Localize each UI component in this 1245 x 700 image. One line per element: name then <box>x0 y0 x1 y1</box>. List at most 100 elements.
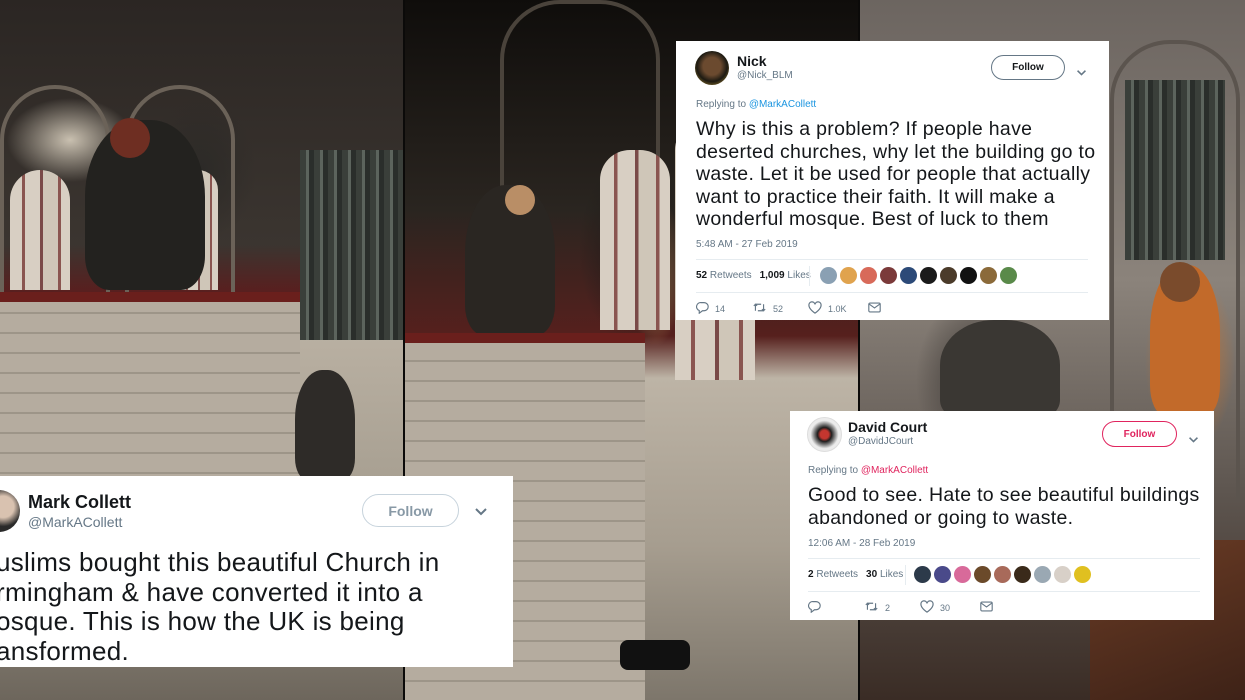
liker-avatar[interactable] <box>914 566 931 583</box>
divider <box>808 558 1200 559</box>
divider <box>696 292 1088 293</box>
organ-pipes <box>300 150 404 340</box>
liker-avatar[interactable] <box>860 267 877 284</box>
liker-avatar[interactable] <box>1034 566 1051 583</box>
likes-stat[interactable]: 1,009 Likes <box>760 270 811 281</box>
like-action[interactable]: 30 <box>920 600 980 615</box>
avatar[interactable] <box>0 490 20 532</box>
divider <box>905 565 906 585</box>
author-name[interactable]: David Court <box>848 419 927 435</box>
reply-action[interactable]: 14 <box>695 301 752 316</box>
follow-button[interactable]: Follow <box>362 494 459 527</box>
retweets-label: Retweets <box>816 569 859 580</box>
likes-label: Likes <box>787 270 811 281</box>
retweets-count: 2 <box>808 569 814 580</box>
liker-avatar[interactable] <box>974 566 991 583</box>
liker-avatar[interactable] <box>880 267 897 284</box>
tweet-actions: 14 52 1.0K <box>695 301 881 316</box>
liker-avatar[interactable] <box>1000 267 1017 284</box>
like-count: 30 <box>940 602 951 613</box>
liker-avatar[interactable] <box>920 267 937 284</box>
reply-icon[interactable] <box>695 301 709 316</box>
tweet-text: Why is this a problem? If people have de… <box>696 118 1096 230</box>
person-head <box>505 185 535 215</box>
liker-avatar[interactable] <box>960 267 977 284</box>
divider <box>809 266 810 286</box>
replying-to: Replying to @MarkACollett <box>696 99 816 110</box>
liker-avatar[interactable] <box>1074 566 1091 583</box>
engagement-stats: 2 Retweets 30 Likes <box>808 569 903 580</box>
liker-avatar[interactable] <box>994 566 1011 583</box>
like-action[interactable]: 1.0K <box>808 301 868 316</box>
author-name[interactable]: Mark Collett <box>28 492 131 513</box>
tweet-card-mark-collett: Mark Collett @MarkACollett Follow uslims… <box>0 476 513 667</box>
replying-to-link[interactable]: @MarkACollett <box>749 99 816 110</box>
liker-avatar[interactable] <box>1054 566 1071 583</box>
retweets-count: 52 <box>696 270 708 281</box>
reply-icon[interactable] <box>807 600 821 615</box>
author-handle[interactable]: @DavidJCourt <box>848 436 913 447</box>
tweet-timestamp[interactable]: 12:06 AM - 28 Feb 2019 <box>808 538 915 549</box>
liker-avatar[interactable] <box>820 267 837 284</box>
liker-avatar[interactable] <box>840 267 857 284</box>
avatar[interactable] <box>695 51 729 85</box>
follow-button[interactable]: Follow <box>991 55 1065 80</box>
pulpit <box>0 292 300 492</box>
chevron-down-icon[interactable] <box>1188 431 1199 449</box>
replying-to: Replying to @MarkACollett <box>808 465 928 476</box>
divider <box>808 591 1200 592</box>
liker-avatar[interactable] <box>900 267 917 284</box>
author-handle[interactable]: @MarkACollett <box>28 514 122 530</box>
retweet-icon[interactable] <box>864 600 879 615</box>
organ-pipes <box>1125 80 1225 260</box>
liker-avatar[interactable] <box>1014 566 1031 583</box>
tweet-actions: 2 30 <box>807 600 993 615</box>
stained-window <box>10 170 70 290</box>
liker-avatar[interactable] <box>980 267 997 284</box>
likes-count: 1,009 <box>759 270 785 281</box>
tweet-card-david-court: David Court @DavidJCourt Follow Replying… <box>790 411 1214 620</box>
follow-button[interactable]: Follow <box>1102 421 1177 447</box>
dm-action[interactable] <box>980 601 993 614</box>
person-head <box>1160 262 1200 302</box>
like-icon[interactable] <box>920 600 934 615</box>
engagement-stats: 52 Retweets 1,009 Likes <box>696 270 811 281</box>
liker-avatar[interactable] <box>954 566 971 583</box>
likes-count: 30 <box>866 569 878 580</box>
chevron-down-icon[interactable] <box>474 504 488 522</box>
retweet-action[interactable]: 52 <box>752 301 808 316</box>
author-name[interactable]: Nick <box>737 53 767 69</box>
retweets-label: Retweets <box>709 270 752 281</box>
retweet-icon[interactable] <box>752 301 767 316</box>
retweets-stat[interactable]: 52 Retweets <box>696 270 752 281</box>
replying-label: Replying to <box>808 465 859 476</box>
tweet-timestamp[interactable]: 5:48 AM - 27 Feb 2019 <box>696 239 798 250</box>
dm-icon[interactable] <box>980 601 993 614</box>
author-handle[interactable]: @Nick_BLM <box>737 70 793 81</box>
like-count: 1.0K <box>828 303 847 314</box>
like-icon[interactable] <box>808 301 822 316</box>
retweets-stat[interactable]: 2 Retweets <box>808 569 858 580</box>
retweet-count: 2 <box>885 602 891 613</box>
likes-stat[interactable]: 30 Likes <box>866 569 903 580</box>
dm-icon[interactable] <box>868 302 881 315</box>
liker-avatars <box>914 566 1091 583</box>
retweet-action[interactable]: 2 <box>864 600 920 615</box>
retweet-count: 52 <box>773 303 784 314</box>
liker-avatar[interactable] <box>940 267 957 284</box>
person-head <box>110 118 150 158</box>
tweet-text: Good to see. Hate to see beautiful build… <box>808 484 1200 529</box>
reply-action[interactable] <box>807 600 864 615</box>
seated-person <box>295 370 355 480</box>
dm-action[interactable] <box>868 302 881 315</box>
avatar[interactable] <box>807 417 842 452</box>
likes-label: Likes <box>879 569 904 580</box>
stained-window <box>600 150 670 330</box>
standing-person <box>940 320 1060 420</box>
liker-avatar[interactable] <box>934 566 951 583</box>
replying-label: Replying to <box>696 99 747 110</box>
chevron-down-icon[interactable] <box>1076 64 1087 82</box>
replying-to-link[interactable]: @MarkACollett <box>861 465 928 476</box>
tweet-text: uslims bought this beautiful Church in r… <box>0 547 440 666</box>
liker-avatars <box>820 267 1017 284</box>
